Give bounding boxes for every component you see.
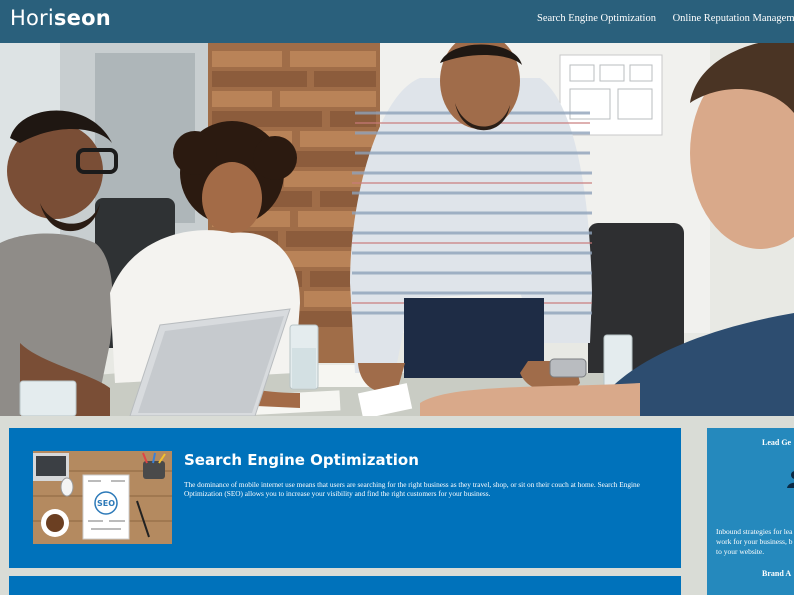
seo-notebook-text: SEO — [97, 499, 115, 508]
lead-generation-icon — [787, 471, 794, 488]
site-header: Horiseon Search Engine Optimization Onli… — [0, 0, 794, 43]
site-logo[interactable]: Horiseon — [10, 6, 111, 30]
lead-generation-text-line: Inbound strategies for lea — [716, 527, 793, 536]
seo-card-body: The dominance of mobile internet use mea… — [184, 480, 640, 498]
lead-generation-text-line: work for your business, b — [716, 537, 793, 546]
seo-card: SEO Search Engine Optimization The domin… — [9, 428, 681, 568]
logo-prefix: Hori — [10, 6, 54, 30]
reputation-card — [9, 576, 681, 595]
logo-suffix: seon — [53, 6, 111, 30]
seo-desk-illustration: SEO — [33, 451, 172, 544]
page: Horiseon Search Engine Optimization Onli… — [0, 0, 794, 595]
lead-generation-heading: Lead Ge — [762, 438, 792, 447]
seo-card-image: SEO — [33, 451, 172, 544]
hero-image — [0, 43, 794, 416]
lead-generation-text: Inbound strategies for lea work for your… — [716, 527, 794, 557]
main-nav: Search Engine Optimization Online Reputa… — [537, 13, 794, 24]
nav-link-reputation[interactable]: Online Reputation Management — [673, 13, 794, 24]
team-meeting-photo — [0, 43, 794, 416]
lead-generation-text-line: to your website. — [716, 547, 765, 556]
seo-card-title: Search Engine Optimization — [184, 451, 419, 469]
nav-link-seo[interactable]: Search Engine Optimization — [537, 13, 656, 24]
brand-awareness-heading: Brand A — [762, 569, 792, 578]
benefits-sidebar: Lead Ge Inbound strategies for lea work … — [707, 428, 794, 595]
